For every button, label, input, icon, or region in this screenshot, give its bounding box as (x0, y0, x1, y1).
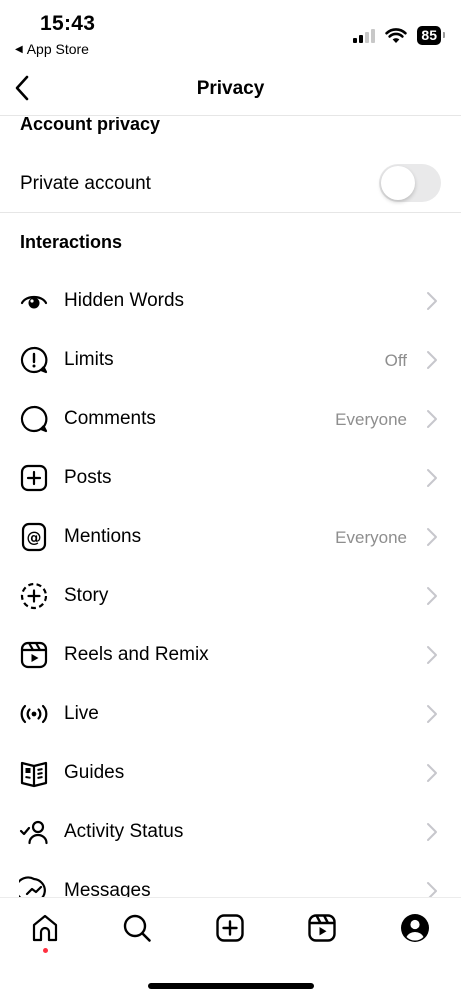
alert-bubble-icon (19, 345, 49, 375)
settings-row-messages[interactable]: Messages (0, 861, 461, 897)
row-label: Hidden Words (64, 290, 185, 311)
account-privacy-heading: Account privacy (20, 117, 161, 134)
plus-square-icon (19, 463, 49, 493)
row-value: Everyone (335, 528, 407, 547)
navigation-bar: Privacy (0, 62, 461, 116)
story-plus-icon (19, 581, 49, 611)
tab-reels[interactable] (306, 912, 338, 944)
tab-create[interactable] (214, 912, 246, 944)
row-value: Off (384, 351, 407, 370)
svg-text:@: @ (27, 529, 42, 547)
settings-row-live[interactable]: Live (0, 684, 461, 743)
settings-row-activity-status[interactable]: Activity Status (0, 802, 461, 861)
back-triangle-icon: ◀ (15, 43, 23, 55)
row-label: Live (64, 703, 99, 724)
cellular-signal-icon (353, 28, 376, 43)
row-label: Comments (64, 408, 156, 429)
wifi-icon (385, 27, 408, 43)
private-account-row[interactable]: Private account (0, 155, 461, 213)
eye-icon (19, 286, 49, 316)
private-account-toggle[interactable] (379, 164, 441, 202)
reels-icon (308, 914, 336, 942)
home-notification-dot (43, 948, 48, 953)
chevron-right-icon (427, 646, 437, 664)
status-icons: 85 (353, 26, 445, 45)
page-title: Privacy (196, 78, 265, 99)
home-indicator[interactable] (148, 983, 314, 989)
toggle-knob (381, 166, 415, 200)
settings-row-reels-and-remix[interactable]: Reels and Remix (0, 625, 461, 684)
settings-row-hidden-words[interactable]: Hidden Words (0, 271, 461, 330)
chevron-right-icon (427, 587, 437, 605)
tab-profile[interactable] (399, 912, 431, 944)
row-label: Guides (64, 762, 125, 783)
row-label: Posts (64, 467, 112, 488)
comment-bubble-icon (19, 404, 49, 434)
settings-content[interactable]: Account privacy Private account Interact… (0, 117, 461, 897)
chevron-right-icon (427, 823, 437, 841)
interactions-heading: Interactions (20, 232, 123, 252)
chevron-right-icon (427, 764, 437, 782)
private-account-label: Private account (20, 173, 151, 194)
back-app-label: App Store (26, 41, 89, 57)
settings-row-guides[interactable]: Guides (0, 743, 461, 802)
chevron-right-icon (427, 292, 437, 310)
chevron-right-icon (427, 528, 437, 546)
tab-search[interactable] (121, 912, 153, 944)
status-bar: 15:43 ◀ App Store 85 (0, 0, 461, 62)
row-label: Messages (64, 880, 151, 897)
back-to-app-link[interactable]: ◀ App Store (15, 41, 89, 57)
settings-row-posts[interactable]: Posts (0, 448, 461, 507)
row-label: Mentions (64, 526, 142, 547)
create-icon (216, 914, 244, 942)
live-broadcast-icon (19, 699, 49, 729)
row-value: Everyone (335, 410, 407, 429)
status-time: 15:43 (40, 12, 96, 35)
settings-row-comments[interactable]: Comments Everyone (0, 389, 461, 448)
chevron-right-icon (427, 882, 437, 897)
chevron-right-icon (427, 410, 437, 428)
row-label: Activity Status (64, 821, 184, 842)
guide-book-icon (19, 758, 49, 788)
chevron-right-icon (427, 351, 437, 369)
search-icon (123, 914, 151, 942)
home-icon (32, 914, 58, 942)
settings-row-story[interactable]: Story (0, 566, 461, 625)
settings-row-limits[interactable]: Limits Off (0, 330, 461, 389)
tab-home[interactable] (29, 912, 61, 944)
row-label: Story (64, 585, 109, 606)
battery-indicator: 85 (417, 26, 445, 45)
profile-icon (401, 914, 429, 942)
messenger-icon (19, 876, 49, 897)
row-label: Limits (64, 349, 114, 370)
chevron-right-icon (427, 705, 437, 723)
activity-status-icon (19, 817, 49, 847)
reels-icon (19, 640, 49, 670)
at-sign-icon: @ (19, 522, 49, 552)
settings-row-mentions[interactable]: @ Mentions Everyone (0, 507, 461, 566)
chevron-right-icon (427, 469, 437, 487)
row-label: Reels and Remix (64, 644, 209, 665)
